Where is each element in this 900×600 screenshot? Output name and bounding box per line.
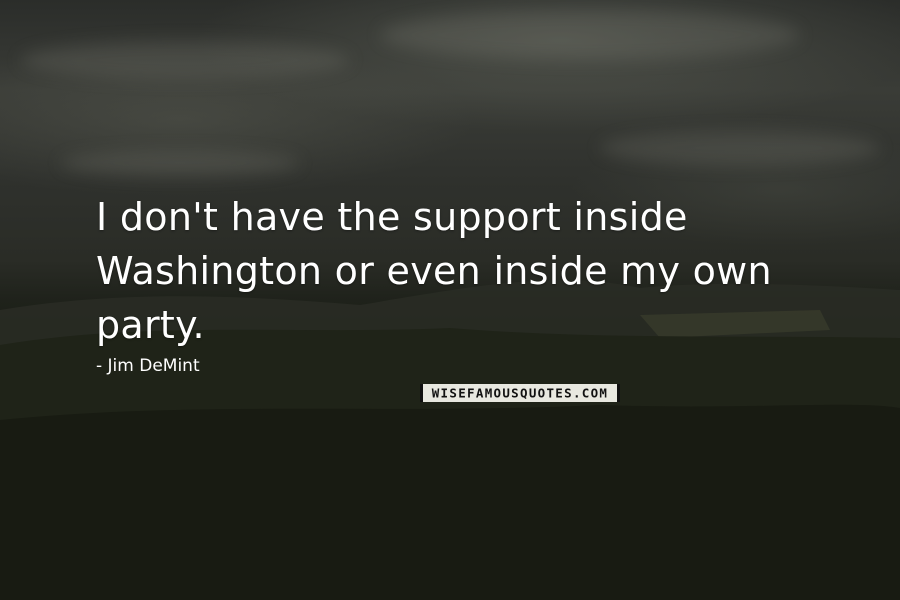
cloud bbox=[20, 40, 350, 80]
watermark-logo: WISEFAMOUSQUOTES.COM bbox=[420, 384, 620, 402]
watermark-text: WISEFAMOUSQUOTES.COM bbox=[432, 386, 609, 401]
cloud bbox=[380, 10, 800, 60]
quote-text: I don't have the support inside Washingt… bbox=[96, 195, 772, 347]
near-forest bbox=[0, 404, 900, 600]
cloud bbox=[60, 150, 300, 176]
quote-image: I don't have the support inside Washingt… bbox=[0, 0, 900, 600]
cloud bbox=[600, 130, 880, 166]
quote-author: - Jim DeMint bbox=[96, 356, 200, 376]
